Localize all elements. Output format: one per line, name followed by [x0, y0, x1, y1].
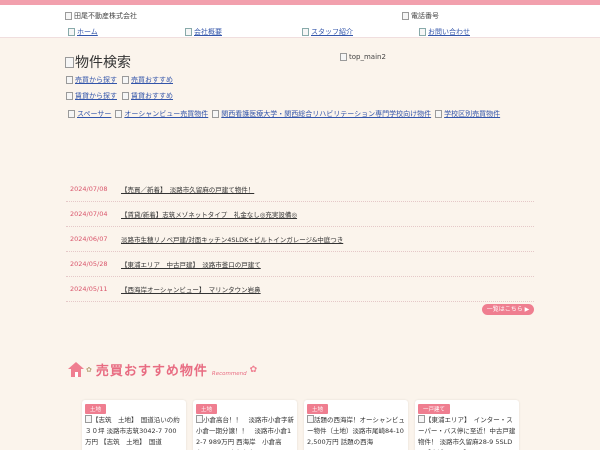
company-logo[interactable]: 田尾不動産株式会社	[65, 11, 137, 21]
broken-image-icon	[185, 28, 192, 36]
phone-number-image: 電話番号	[402, 11, 439, 21]
property-description: 【東浦エリア】 インター・スーパー・バス停に至近！中古戸建物件！ 淡路市久留麻2…	[418, 416, 516, 450]
recommend-subtitle: Recommend	[211, 370, 247, 377]
news-title-link[interactable]: 【西海岸オーシャンビュー】 マリンタウン岩鼻	[121, 284, 261, 294]
broken-image-icon	[435, 110, 443, 118]
property-type-badge: 土地	[85, 404, 107, 414]
property-search-title: 物件検索	[65, 52, 131, 72]
site-header: 田尾不動産株式会社 電話番号 ホーム 会社概要 スタッフ紹介 お問い合わせ	[0, 5, 600, 38]
property-description: 話題の西海岸！オーシャンビュー物件（土地）淡路市尾崎84-10 2,500万円 …	[307, 416, 405, 446]
banner-university-properties[interactable]: 関西看護医療大学・関西総合リハビリテーション専門学校向け物件	[212, 109, 431, 119]
flower-icon: ✿	[249, 364, 258, 375]
property-card[interactable]: 一戸建て 【東浦エリア】 インター・スーパー・バス停に至近！中古戸建物件！ 淡路…	[415, 400, 519, 450]
rent-recommend-button[interactable]: 賃貸おすすめ	[122, 91, 173, 101]
property-type-badge: 土地	[196, 404, 218, 414]
recommend-cards: 土地 【志筑 土地】 国道沿いの約３０坪 淡路市志筑3042-7 700万円 【…	[82, 400, 522, 450]
property-description: 【志筑 土地】 国道沿いの約３０坪 淡路市志筑3042-7 700万円 【志筑 …	[85, 416, 180, 446]
property-type-badge: 一戸建て	[418, 404, 451, 414]
nav-contact[interactable]: お問い合わせ	[419, 27, 470, 37]
broken-image-icon	[419, 28, 426, 36]
top-main-image: top_main2	[340, 53, 386, 61]
house-icon	[68, 361, 84, 378]
news-item: 2024/07/04 【賃貸/新着】志筑メゾネットタイプ 礼金なし◎充実設備◎	[66, 202, 534, 227]
broken-image-icon	[66, 76, 73, 84]
broken-image-icon	[302, 28, 309, 36]
banner-ocean-view[interactable]: オーシャンビュー売買物件	[115, 109, 208, 119]
property-card[interactable]: 土地 話題の西海岸！オーシャンビュー物件（土地）淡路市尾崎84-10 2,500…	[304, 400, 408, 450]
recommend-section-heading: ✿ 売買おすすめ物件 Recommend ✿	[68, 360, 257, 379]
news-item: 2024/05/11 【西海岸オーシャンビュー】 マリンタウン岩鼻	[66, 277, 534, 302]
broken-image-icon	[340, 53, 347, 61]
property-card[interactable]: 土地 【志筑 土地】 国道沿いの約３０坪 淡路市志筑3042-7 700万円 【…	[82, 400, 186, 450]
search-sale-button[interactable]: 売買から探す	[66, 75, 117, 85]
nav-home[interactable]: ホーム	[68, 27, 98, 37]
news-date: 2024/05/11	[70, 285, 108, 293]
nav-staff[interactable]: スタッフ紹介	[302, 27, 353, 37]
broken-image-icon	[65, 56, 74, 68]
news-title-link[interactable]: 淡路市生穂リノベ戸建/対面キッチン4SLDK+ビルトインガレージ&中庭つき	[121, 234, 343, 244]
dots-decoration-icon: ✿	[86, 365, 92, 374]
news-date: 2024/06/07	[70, 235, 108, 243]
broken-image-icon	[66, 92, 73, 100]
news-item: 2024/07/08 【売買／新着】 淡路市久留麻の戸建て物件！	[66, 177, 534, 202]
broken-image-icon	[402, 12, 409, 20]
nav-company[interactable]: 会社概要	[185, 27, 222, 37]
broken-image-icon	[307, 415, 314, 423]
recommend-title: 売買おすすめ物件	[95, 364, 208, 379]
broken-image-icon	[85, 415, 92, 423]
broken-image-icon	[196, 415, 203, 423]
news-title-link[interactable]: 【東浦エリア 中古戸建】 淡路市釜口の戸建て	[121, 259, 261, 269]
news-title-link[interactable]: 【賃貸/新着】志筑メゾネットタイプ 礼金なし◎充実設備◎	[121, 209, 297, 219]
news-list: 2024/07/08 【売買／新着】 淡路市久留麻の戸建て物件！ 2024/07…	[66, 177, 534, 302]
broken-image-icon	[212, 110, 220, 118]
search-rent-button[interactable]: 賃貸から探す	[66, 91, 117, 101]
banner-links: スペーサー オーシャンビュー売買物件 関西看護医療大学・関西総合リハビリテーショ…	[68, 109, 500, 119]
property-description: 小倉高台！！ 淡路市小倉字新小倉一期分譲！！ 淡路市小倉12-7 989万円 西…	[196, 416, 294, 450]
broken-image-icon	[65, 12, 72, 20]
banner-school-district[interactable]: 学校区別売買物件	[435, 109, 500, 119]
news-date: 2024/07/04	[70, 210, 108, 218]
broken-image-icon	[68, 110, 75, 118]
banner-spacer[interactable]: スペーサー	[68, 109, 111, 119]
broken-image-icon	[68, 28, 75, 36]
broken-image-icon	[418, 415, 425, 423]
news-date: 2024/05/28	[70, 260, 108, 268]
broken-image-icon	[122, 92, 129, 100]
news-more-button[interactable]: 一覧はこちら ▶	[482, 304, 534, 315]
broken-image-icon	[122, 76, 129, 84]
news-item: 2024/06/07 淡路市生穂リノベ戸建/対面キッチン4SLDK+ビルトインガ…	[66, 227, 534, 252]
property-type-badge: 土地	[307, 404, 329, 414]
news-item: 2024/05/28 【東浦エリア 中古戸建】 淡路市釜口の戸建て	[66, 252, 534, 277]
news-title-link[interactable]: 【売買／新着】 淡路市久留麻の戸建て物件！	[121, 184, 254, 194]
news-date: 2024/07/08	[70, 185, 108, 193]
broken-image-icon	[115, 110, 123, 118]
sale-recommend-button[interactable]: 売買おすすめ	[122, 75, 173, 85]
property-card[interactable]: 土地 小倉高台！！ 淡路市小倉字新小倉一期分譲！！ 淡路市小倉12-7 989万…	[193, 400, 297, 450]
